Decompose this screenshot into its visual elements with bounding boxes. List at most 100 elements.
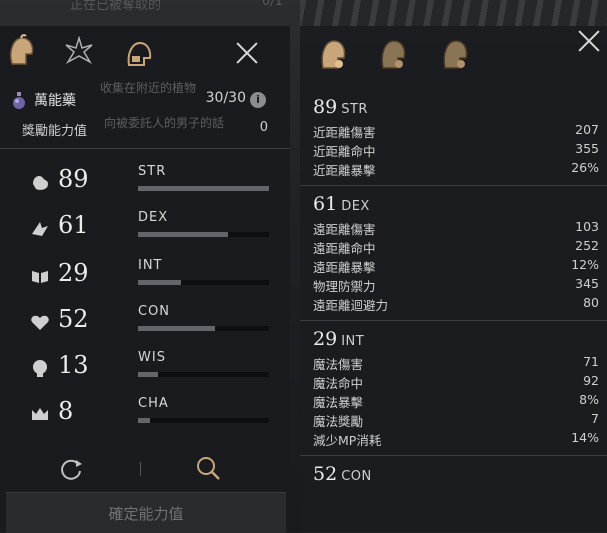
stat-detail-row: 魔法命中 92 bbox=[313, 373, 599, 392]
section-stat-value: 52 bbox=[313, 463, 338, 485]
section-divider bbox=[300, 455, 607, 456]
stat-detail-label: 減少MP消耗 bbox=[313, 433, 382, 448]
stat-detail-value: 7 bbox=[591, 411, 599, 426]
helmet-icon-3[interactable] bbox=[440, 36, 470, 72]
stat-bar-fill bbox=[138, 418, 150, 423]
section-stat-value: 89 bbox=[313, 96, 338, 118]
close-icon[interactable] bbox=[574, 26, 604, 56]
stat-detail-label: 遠距離暴擊 bbox=[313, 260, 376, 275]
wis-icon bbox=[33, 360, 47, 377]
stat-detail-label: 魔法命中 bbox=[313, 376, 364, 391]
quest-hint: 正在已被奪取的 bbox=[70, 0, 162, 13]
stat-detail-row: 遠距離迴避力 80 bbox=[313, 295, 599, 314]
reset-icon[interactable] bbox=[58, 456, 84, 482]
stat-detail-value: 355 bbox=[575, 141, 599, 156]
stat-detail-row: 遠距離命中 252 bbox=[313, 238, 599, 257]
stat-detail-label: 遠距離命中 bbox=[313, 241, 376, 256]
stat-row-int[interactable]: 29 INT bbox=[30, 258, 275, 298]
stat-name: CHA bbox=[138, 396, 169, 411]
stat-details-panel: 89 STR 近距離傷害 207 近距離命中 355 近距離暴擊 26% 61 DEX 遠距離傷害 1… bbox=[300, 26, 607, 532]
potion-name: 萬能藥 bbox=[34, 93, 76, 109]
stat-name: INT bbox=[138, 258, 163, 273]
stat-name: STR bbox=[138, 164, 167, 179]
section-stat-name: CON bbox=[341, 469, 372, 484]
stat-detail-row: 近距離命中 355 bbox=[313, 141, 599, 160]
quest-hint-count: 0/1 bbox=[262, 0, 283, 9]
stat-name: CON bbox=[138, 304, 171, 319]
con-icon bbox=[31, 315, 49, 330]
stat-bar bbox=[138, 326, 269, 331]
search-icon[interactable] bbox=[194, 454, 222, 482]
helmet-icon-1[interactable] bbox=[318, 36, 348, 72]
stat-detail-row: 魔法暴擊 8% bbox=[313, 392, 599, 411]
stat-detail-value: 252 bbox=[575, 238, 599, 253]
section-heading: 52 CON bbox=[313, 463, 599, 489]
stat-detail-value: 14% bbox=[571, 430, 599, 445]
section-divider bbox=[300, 320, 607, 321]
stat-detail-value: 103 bbox=[575, 219, 599, 234]
stat-detail-value: 12% bbox=[571, 257, 599, 272]
stat-detail-label: 近距離命中 bbox=[313, 144, 376, 159]
helmet-icon-2[interactable] bbox=[378, 36, 408, 72]
stat-bar bbox=[138, 280, 269, 285]
stat-detail-row: 遠距離暴擊 12% bbox=[313, 257, 599, 276]
info-icon[interactable]: i bbox=[250, 92, 266, 108]
section-stat-name: DEX bbox=[341, 199, 370, 214]
stat-detail-value: 207 bbox=[575, 122, 599, 137]
bonus-points-value: 0 bbox=[259, 120, 268, 135]
stat-row-cha[interactable]: 8 CHA bbox=[30, 396, 275, 436]
section-divider bbox=[300, 185, 607, 186]
section-stat-name: STR bbox=[341, 102, 368, 117]
stat-section-dex: 61 DEX 遠距離傷害 103 遠距離命中 252 遠距離暴擊 12% 物理防禦力 345 遠距離… bbox=[313, 193, 599, 314]
stat-row-str[interactable]: 89 STR bbox=[30, 164, 275, 204]
stat-bar-fill bbox=[138, 232, 229, 237]
stat-detail-label: 魔法暴擊 bbox=[313, 395, 364, 410]
stat-bar bbox=[138, 186, 269, 191]
helmet-icon[interactable] bbox=[4, 34, 38, 68]
close-icon[interactable] bbox=[232, 38, 262, 68]
int-icon bbox=[32, 271, 48, 283]
stat-detail-value: 26% bbox=[571, 160, 599, 175]
background-scenery bbox=[300, 0, 607, 28]
stat-tools bbox=[0, 450, 290, 490]
potion-row: 萬能藥 30/30 i bbox=[12, 90, 274, 112]
stat-bar-fill bbox=[138, 326, 216, 331]
stat-value: 8 bbox=[58, 397, 74, 425]
stat-detail-label: 物理防禦力 bbox=[313, 279, 376, 294]
divider bbox=[0, 148, 290, 149]
stat-name: DEX bbox=[138, 210, 169, 225]
stat-row-wis[interactable]: 13 WIS bbox=[30, 350, 275, 390]
stat-name: WIS bbox=[138, 350, 166, 365]
stat-detail-value: 71 bbox=[583, 354, 599, 369]
stat-bar-fill bbox=[138, 186, 269, 191]
stat-detail-value: 8% bbox=[579, 392, 599, 407]
stat-bar bbox=[138, 232, 269, 237]
star-burst-icon[interactable] bbox=[62, 34, 96, 68]
stat-value: 29 bbox=[58, 259, 89, 287]
stat-value: 52 bbox=[58, 305, 89, 333]
stat-section-int: 29 INT 魔法傷害 71 魔法命中 92 魔法暴擊 8% 魔法獎勵 7 減少MP消耗 14% bbox=[313, 328, 599, 449]
potion-icon bbox=[13, 92, 25, 109]
stat-bar-fill bbox=[138, 372, 158, 377]
bonus-points-row: 獎勵能力值 0 bbox=[22, 120, 272, 140]
stat-detail-row: 魔法傷害 71 bbox=[313, 354, 599, 373]
stat-bar bbox=[138, 418, 269, 423]
stat-detail-row: 減少MP消耗 14% bbox=[313, 430, 599, 449]
cha-icon bbox=[32, 408, 48, 420]
confirm-stats-button[interactable]: 確定能力值 bbox=[6, 492, 286, 533]
stat-bar bbox=[138, 372, 269, 377]
section-heading: 29 INT bbox=[313, 328, 599, 354]
stat-detail-row: 近距離暴擊 26% bbox=[313, 160, 599, 179]
stat-row-dex[interactable]: 61 DEX bbox=[30, 210, 275, 250]
stats-panel: 收集在附近的植物 萬能藥 30/30 i 向被委託人的男子的話 獎勵能力值 0 … bbox=[0, 26, 290, 533]
stat-section-str: 89 STR 近距離傷害 207 近距離命中 355 近距離暴擊 26% bbox=[313, 96, 599, 179]
helmet-alt-icon[interactable] bbox=[122, 36, 156, 70]
stat-detail-value: 345 bbox=[575, 276, 599, 291]
section-heading: 89 STR bbox=[313, 96, 599, 122]
stat-value: 61 bbox=[58, 211, 89, 239]
section-stat-name: INT bbox=[341, 334, 365, 349]
potion-count: 30/30 bbox=[205, 90, 246, 106]
stat-detail-label: 魔法傷害 bbox=[313, 357, 364, 372]
stat-row-con[interactable]: 52 CON bbox=[30, 304, 275, 344]
tool-separator bbox=[140, 462, 141, 476]
